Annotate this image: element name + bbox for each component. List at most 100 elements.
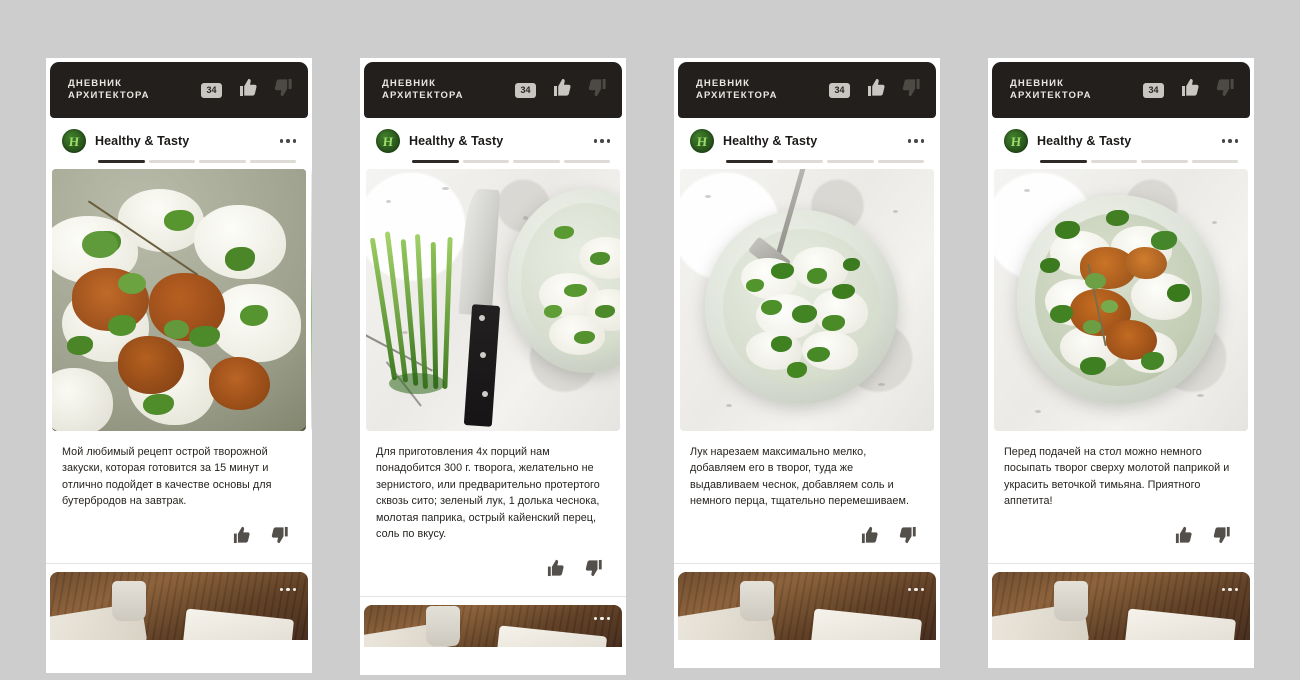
next-card-preview[interactable] — [678, 571, 936, 640]
topbar-count-badge: 34 — [1143, 82, 1164, 98]
story-caption: Для приготовления 4х порций нам понадоби… — [376, 445, 600, 541]
mug — [425, 606, 460, 647]
story-progress[interactable] — [988, 160, 1254, 169]
channel-name: Healthy & Tasty — [95, 134, 190, 148]
topbar-count-badge: 34 — [201, 82, 222, 98]
app-topbar: ДНЕВНИК АРХИТЕКТОРА 34 — [50, 62, 308, 118]
thumbs-up-icon[interactable] — [866, 78, 886, 102]
topbar-actions: 34 — [1143, 78, 1236, 102]
avatar-letter: Н — [696, 133, 708, 149]
avatar: Н — [62, 129, 86, 153]
progress-segment[interactable] — [412, 160, 459, 163]
story-photo-next-peek[interactable] — [311, 168, 312, 431]
channel-name: Healthy & Tasty — [409, 134, 504, 148]
progress-segment[interactable] — [1040, 160, 1087, 163]
mug — [1053, 581, 1088, 622]
next-card-preview[interactable] — [992, 571, 1250, 640]
channel-header[interactable]: Н Healthy & Tasty — [360, 118, 626, 160]
app-brand-title: ДНЕВНИК АРХИТЕКТОРА — [382, 78, 464, 101]
thumbs-up-icon[interactable] — [1180, 78, 1200, 102]
thumbs-down-icon[interactable] — [1216, 78, 1236, 102]
progress-segment[interactable] — [98, 160, 145, 163]
channel-header[interactable]: Н Healthy & Tasty — [46, 118, 312, 160]
topbar-actions: 34 — [515, 78, 608, 102]
topbar-count-badge: 34 — [829, 82, 850, 98]
progress-segment[interactable] — [513, 160, 560, 163]
story-media-carousel[interactable] — [46, 168, 312, 431]
story-caption: Лук нарезаем максимально мелко, добавляе… — [690, 445, 909, 508]
avatar-letter: Н — [1010, 133, 1022, 149]
app-topbar: ДНЕВНИК АРХИТЕКТОРА 34 — [992, 62, 1250, 118]
story-media-carousel[interactable] — [988, 168, 1254, 431]
progress-segment[interactable] — [563, 160, 610, 163]
more-options-icon[interactable] — [593, 616, 610, 620]
story-progress[interactable] — [46, 160, 312, 169]
thumbs-up-icon[interactable] — [1174, 526, 1193, 549]
app-brand-title: ДНЕВНИК АРХИТЕКТОРА — [696, 78, 778, 101]
story-caption: Перед подачей на стол можно немного посы… — [1004, 445, 1230, 508]
more-options-icon[interactable] — [907, 587, 924, 591]
progress-segment[interactable] — [877, 160, 924, 163]
reaction-bar — [674, 516, 940, 563]
progress-segment[interactable] — [148, 160, 195, 163]
more-options-icon[interactable] — [1221, 587, 1238, 591]
thumbs-down-icon[interactable] — [1213, 526, 1232, 549]
channel-header[interactable]: Н Healthy & Tasty — [988, 118, 1254, 160]
progress-segment[interactable] — [1191, 160, 1238, 163]
progress-segment[interactable] — [249, 160, 296, 163]
story-media-carousel[interactable] — [360, 168, 626, 431]
progress-segment[interactable] — [1141, 160, 1188, 163]
more-options-icon[interactable] — [279, 587, 296, 591]
reaction-bar — [46, 516, 312, 563]
divider — [988, 562, 1254, 564]
avatar: Н — [1004, 129, 1028, 153]
story-panel-1: ДНЕВНИК АРХИТЕКТОРА 34 Н Healthy & Tasty — [46, 58, 312, 673]
mug — [739, 581, 774, 622]
avatar-letter: Н — [382, 133, 394, 149]
thumbs-up-icon[interactable] — [860, 526, 879, 549]
story-photo-2[interactable] — [366, 168, 620, 431]
story-media-carousel[interactable] — [674, 168, 940, 431]
progress-segment[interactable] — [726, 160, 773, 163]
next-card-preview[interactable] — [50, 571, 308, 640]
more-options-icon[interactable] — [1220, 135, 1241, 147]
app-topbar: ДНЕВНИК АРХИТЕКТОРА 34 — [364, 62, 622, 118]
thumbs-down-icon[interactable] — [588, 78, 608, 102]
channel-name: Healthy & Tasty — [723, 134, 818, 148]
divider — [360, 595, 626, 597]
thumbs-down-icon[interactable] — [585, 559, 604, 582]
more-options-icon[interactable] — [592, 135, 613, 147]
app-topbar: ДНЕВНИК АРХИТЕКТОРА 34 — [678, 62, 936, 118]
channel-name: Healthy & Tasty — [1037, 134, 1132, 148]
progress-segment[interactable] — [1090, 160, 1137, 163]
thumbs-up-icon[interactable] — [238, 78, 258, 102]
story-photo-4[interactable] — [994, 168, 1248, 431]
thumbs-down-icon[interactable] — [274, 78, 294, 102]
thumbs-up-icon[interactable] — [552, 78, 572, 102]
topbar-count-badge: 34 — [515, 82, 536, 98]
progress-segment[interactable] — [199, 160, 246, 163]
thumbs-down-icon[interactable] — [902, 78, 922, 102]
thumbs-down-icon[interactable] — [271, 526, 290, 549]
channel-header[interactable]: Н Healthy & Tasty — [674, 118, 940, 160]
story-photo-1[interactable] — [52, 168, 306, 431]
story-progress[interactable] — [360, 160, 626, 169]
next-card-preview[interactable] — [364, 604, 622, 647]
more-options-icon[interactable] — [278, 135, 299, 147]
reaction-bar — [360, 549, 626, 596]
story-panel-3: ДНЕВНИК АРХИТЕКТОРА 34 Н Healthy & Tasty — [674, 58, 940, 668]
more-options-icon[interactable] — [906, 135, 927, 147]
topbar-actions: 34 — [201, 78, 294, 102]
story-progress[interactable] — [674, 160, 940, 169]
progress-segment[interactable] — [827, 160, 874, 163]
thumbs-up-icon[interactable] — [546, 559, 565, 582]
divider — [46, 562, 312, 564]
progress-segment[interactable] — [776, 160, 823, 163]
app-brand-title: ДНЕВНИК АРХИТЕКТОРА — [1010, 78, 1092, 101]
progress-segment[interactable] — [462, 160, 509, 163]
thumbs-up-icon[interactable] — [232, 526, 251, 549]
story-photo-3[interactable] — [680, 168, 934, 431]
thumbs-down-icon[interactable] — [899, 526, 918, 549]
story-panel-4: ДНЕВНИК АРХИТЕКТОРА 34 Н Healthy & Tasty — [988, 58, 1254, 668]
screenshot-canvas: ДНЕВНИК АРХИТЕКТОРА 34 Н Healthy & Tasty — [0, 0, 1300, 680]
